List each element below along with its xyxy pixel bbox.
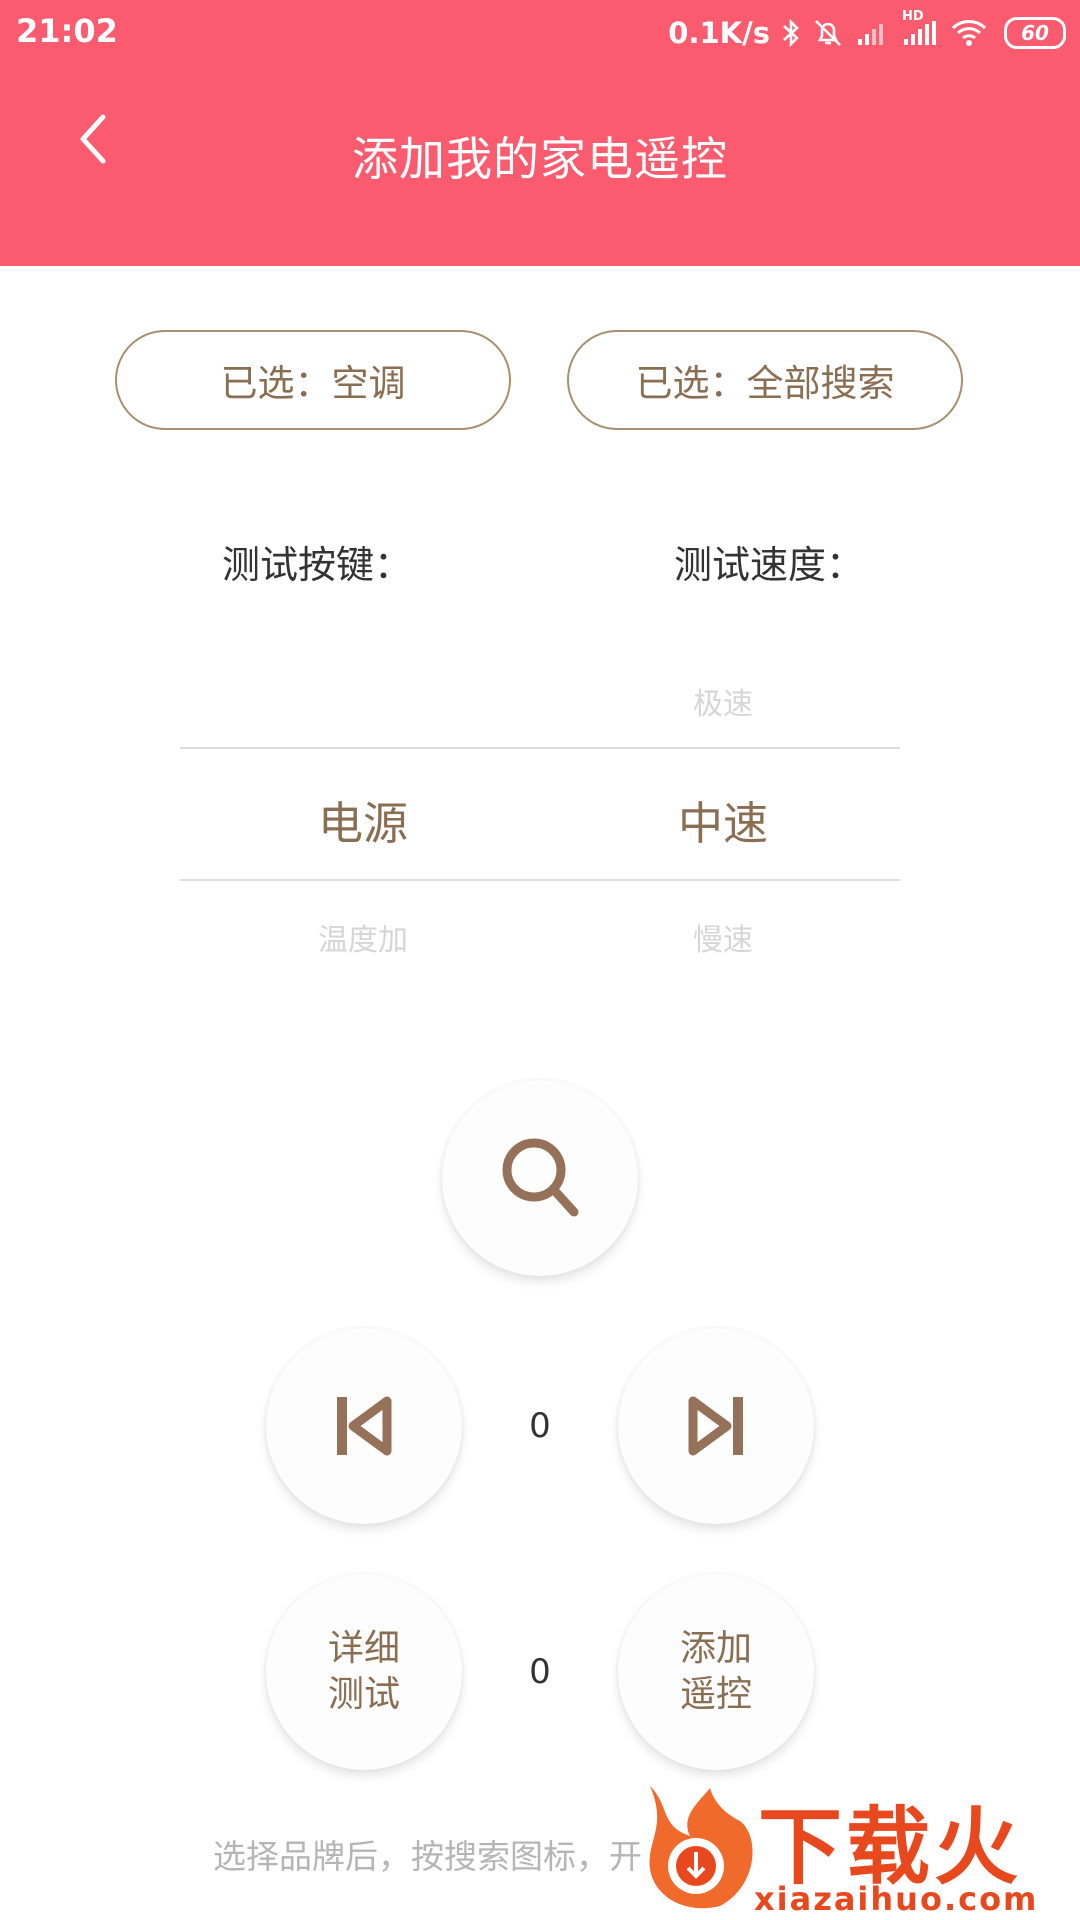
- selected-search-chip[interactable]: 已选：全部搜索: [567, 330, 963, 430]
- picker-divider-bottom: [180, 879, 900, 881]
- flame-logo-icon: [649, 1786, 753, 1909]
- picker-divider-top: [180, 747, 900, 749]
- hd-label: HD: [902, 9, 924, 24]
- key-picker-selected[interactable]: 电源: [213, 787, 513, 852]
- status-icons: 0.1K/s HD 60: [668, 9, 1066, 54]
- alarm-off-icon: [812, 18, 844, 48]
- search-button[interactable]: [442, 1080, 638, 1276]
- watermark-url: xiazaihuo.com: [754, 1880, 1039, 1918]
- status-time: 21:02: [16, 12, 118, 50]
- detail-test-button[interactable]: 详细 测试: [266, 1574, 462, 1770]
- speed-picker-next[interactable]: 慢速: [573, 915, 873, 959]
- bluetooth-icon: [782, 18, 800, 48]
- test-keys-label: 测试按键：: [222, 543, 413, 587]
- wifi-icon: [950, 18, 988, 48]
- hint-text: 选择品牌后，按搜索图标，开: [213, 1837, 642, 1876]
- page-title: 添加我的家电遥控: [352, 132, 728, 186]
- search-icon: [502, 1138, 579, 1217]
- add-remote-button[interactable]: 添加 遥控: [618, 1574, 814, 1770]
- key-counter: 0: [529, 1406, 551, 1446]
- signal-hd-icon: HD: [902, 9, 938, 47]
- previous-key-button[interactable]: [266, 1328, 462, 1524]
- signal-icon: [856, 19, 890, 47]
- add-remote-line1: 添加: [679, 1628, 752, 1669]
- skip-next-icon: [688, 1396, 743, 1456]
- speed-picker-previous[interactable]: 极速: [573, 679, 873, 723]
- add-remote-line2: 遥控: [679, 1674, 752, 1715]
- detail-test-line1: 详细: [327, 1628, 400, 1669]
- skip-previous-icon: [337, 1396, 392, 1456]
- speed-picker-selected[interactable]: 中速: [573, 787, 873, 852]
- watermark: 下载火 xiazaihuo.com: [638, 1780, 1080, 1920]
- network-speed: 0.1K/s: [668, 16, 770, 50]
- selected-device-chip[interactable]: 已选：空调: [115, 330, 511, 430]
- test-counter: 0: [529, 1652, 551, 1692]
- status-bar: 21:02 0.1K/s HD 60: [0, 0, 1080, 66]
- battery-indicator: 60: [1004, 17, 1066, 49]
- key-picker-next[interactable]: 温度加: [213, 915, 513, 959]
- detail-test-line2: 测试: [327, 1674, 400, 1715]
- next-key-button[interactable]: [618, 1328, 814, 1524]
- title-bar: 添加我的家电遥控: [0, 66, 1080, 266]
- test-speed-label: 测试速度：: [674, 543, 865, 587]
